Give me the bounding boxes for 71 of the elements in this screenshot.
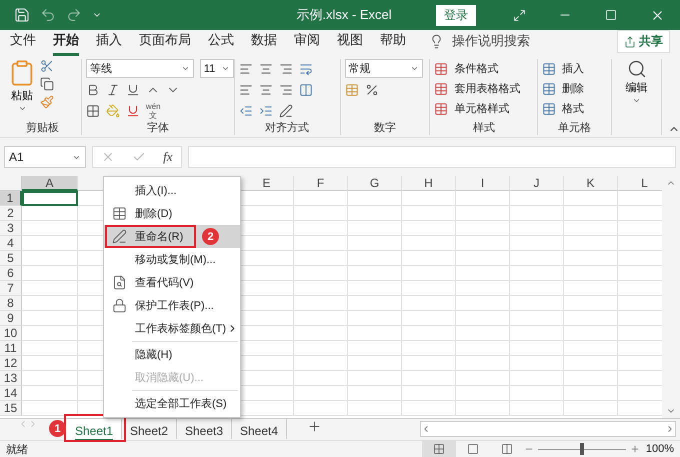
row-header[interactable]: 5 — [0, 251, 22, 266]
row-header[interactable]: 4 — [0, 236, 22, 251]
font-name-field[interactable]: 等线 — [86, 59, 194, 78]
ribbon-tab[interactable]: 文件 — [10, 31, 36, 56]
ribbon-tab[interactable]: 帮助 — [380, 31, 406, 56]
cells-command[interactable]: 删除 — [562, 81, 584, 96]
group-label: 单元格 — [557, 121, 592, 135]
group-label: 数字 — [373, 121, 398, 135]
sheet-tab[interactable]: Sheet4 — [232, 419, 287, 439]
group-label: 剪贴板 — [24, 121, 60, 135]
row-header[interactable]: 7 — [0, 281, 22, 296]
login-button[interactable]: 登录 — [436, 4, 476, 26]
editing-button[interactable]: 编辑 — [626, 59, 648, 135]
column-header[interactable]: E — [240, 176, 294, 191]
column-header[interactable]: J — [510, 176, 564, 191]
column-header[interactable]: I — [456, 176, 510, 191]
insert-function-button[interactable]: fx — [163, 149, 173, 165]
column-header[interactable]: K — [564, 176, 618, 191]
row-header[interactable]: 1 — [0, 191, 22, 206]
menu-item[interactable]: 重命名(R) 2 — [104, 225, 240, 248]
status-text: 就绪 — [6, 442, 28, 456]
styles-command[interactable]: 单元格样式 — [454, 101, 510, 116]
cells-command[interactable]: 插入 — [562, 61, 584, 76]
sheet-tab[interactable]: Sheet1 — [67, 419, 122, 439]
column-header[interactable]: A — [22, 176, 78, 191]
column-header[interactable]: L — [618, 176, 662, 191]
cells-command[interactable]: 格式 — [562, 101, 584, 116]
phonetic-guide-button[interactable]: wén 文 — [146, 102, 161, 120]
window-title: 示例.xlsx - Excel — [295, 6, 393, 24]
row-header[interactable]: 10 — [0, 326, 22, 341]
ribbon-tab[interactable]: 插入 — [96, 31, 122, 56]
menu-item[interactable]: 移动或复制(M)... — [104, 248, 240, 271]
column-header[interactable]: G — [348, 176, 402, 191]
row-header[interactable]: 14 — [0, 386, 22, 401]
group-label: 字体 — [146, 121, 170, 135]
ribbon-tab[interactable]: 视图 — [337, 31, 363, 56]
font-size-field[interactable]: 11 — [200, 59, 234, 78]
menu-item[interactable]: 插入(I)... — [104, 179, 240, 202]
row-header[interactable]: 6 — [0, 266, 22, 281]
ribbon-tab[interactable]: 审阅 — [294, 31, 320, 56]
row-header[interactable]: 9 — [0, 311, 22, 326]
styles-command[interactable]: 条件格式 — [454, 61, 498, 76]
styles-command[interactable]: 套用表格格式 — [454, 81, 520, 96]
ribbon-tab[interactable]: 公式 — [208, 31, 234, 56]
menu-item[interactable]: 保护工作表(P)... — [104, 294, 240, 317]
group-label: 样式 — [472, 121, 496, 135]
row-header[interactable]: 8 — [0, 296, 22, 311]
tell-me-search[interactable]: 操作说明搜索 — [452, 32, 530, 50]
row-header[interactable]: 12 — [0, 356, 22, 371]
zoom-percent[interactable]: 100% — [646, 443, 674, 455]
menu-item[interactable]: 工作表标签颜色(T) — [104, 317, 240, 340]
step-badge: 2 — [202, 228, 219, 245]
name-box[interactable]: A1 — [4, 146, 86, 168]
ribbon-tab[interactable]: 数据 — [251, 31, 277, 56]
menu-item[interactable]: 查看代码(V) — [104, 271, 240, 294]
row-header[interactable]: 2 — [0, 206, 22, 221]
row-header[interactable]: 13 — [0, 371, 22, 386]
row-header[interactable]: 3 — [0, 221, 22, 236]
share-button[interactable]: 共享 — [617, 30, 670, 53]
number-format-field[interactable]: 常规 — [344, 59, 423, 78]
menu-item[interactable]: 删除(D) — [104, 202, 240, 225]
paste-button[interactable]: 粘贴 — [8, 59, 36, 121]
column-header[interactable]: H — [402, 176, 456, 191]
row-header[interactable]: 11 — [0, 341, 22, 356]
group-label: 对齐方式 — [264, 121, 310, 135]
row-header[interactable]: 15 — [0, 401, 22, 416]
column-header[interactable]: F — [294, 176, 348, 191]
sheet-tab[interactable]: Sheet3 — [177, 419, 232, 439]
ribbon-tab[interactable]: 页面布局 — [139, 31, 191, 56]
step-badge: 1 — [49, 420, 66, 437]
sheet-tab[interactable]: Sheet2 — [122, 419, 177, 439]
